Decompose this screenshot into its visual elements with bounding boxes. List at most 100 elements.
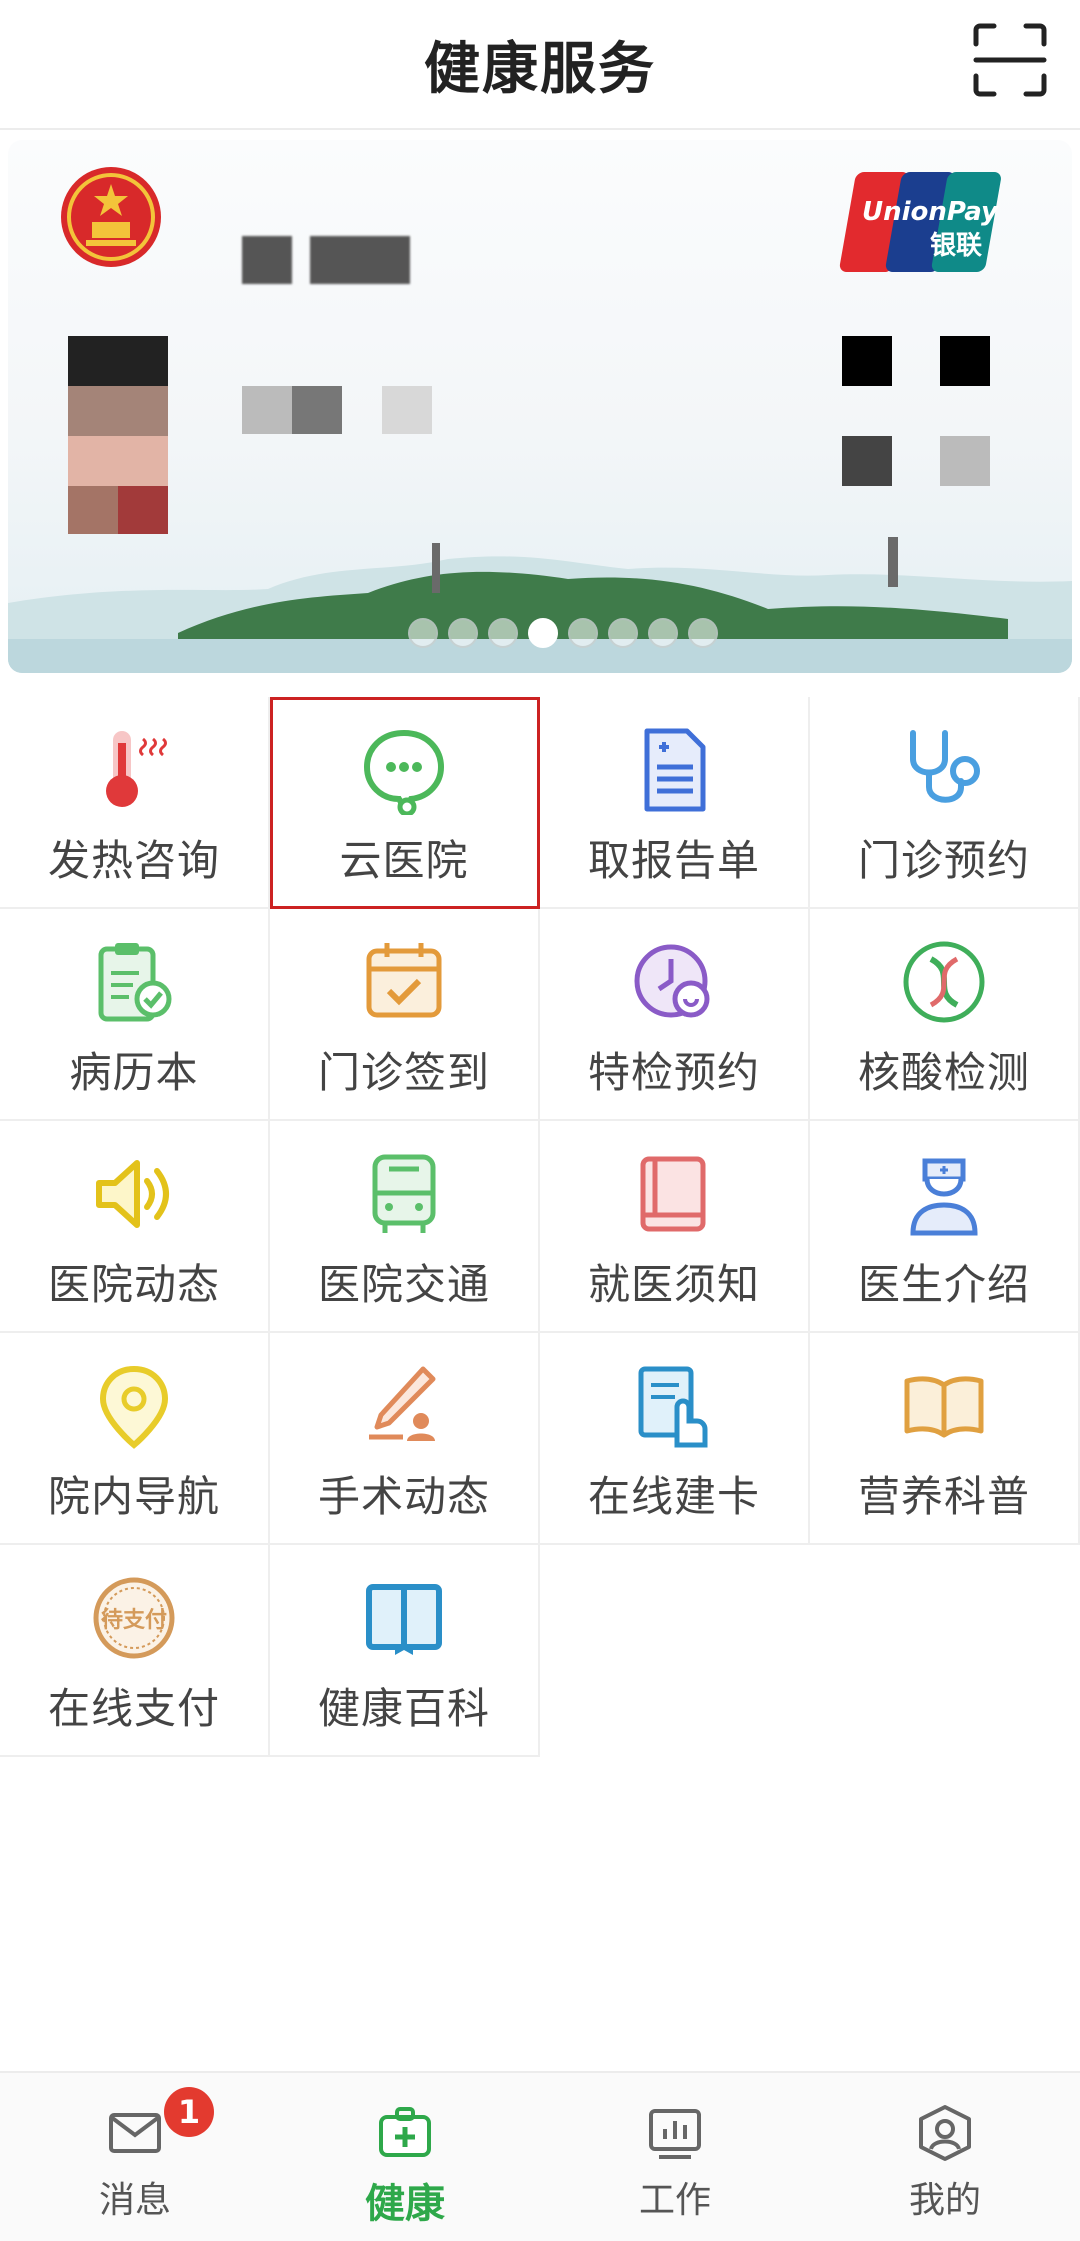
redacted-qr (940, 336, 990, 386)
nav-health[interactable]: 健康 (270, 2073, 540, 2241)
pager-dot[interactable] (448, 618, 478, 648)
service-outpatient-checkin[interactable]: 门诊签到 (270, 909, 540, 1121)
service-fever-consult[interactable]: 发热咨询 (0, 697, 270, 909)
service-label: 医院交通 (317, 1260, 490, 1309)
card-hand-icon (638, 1366, 708, 1448)
pager-dot[interactable] (688, 618, 718, 648)
open-book-icon (904, 1376, 984, 1438)
lake-landscape-image (8, 537, 1072, 673)
medical-record-icon (98, 943, 172, 1022)
pager-dot-active[interactable] (528, 618, 558, 648)
redacted-qr (842, 336, 892, 386)
stethoscope-icon (910, 730, 980, 803)
service-label: 手术动态 (317, 1472, 490, 1521)
redacted-photo (68, 336, 168, 386)
health-kit-icon (379, 2107, 431, 2157)
service-label: 在线支付 (47, 1684, 220, 1733)
page-title: 健康服务 (424, 37, 656, 102)
service-label: 特检预约 (587, 1048, 760, 1097)
pager-dot[interactable] (608, 618, 638, 648)
nav-label: 我的 (908, 2180, 981, 2221)
redacted-block (242, 386, 292, 434)
dna-icon (903, 941, 985, 1023)
pager-dot[interactable] (648, 618, 678, 648)
nav-label: 消息 (98, 2180, 171, 2221)
nav-label: 工作 (638, 2180, 711, 2221)
service-label: 院内导航 (47, 1472, 220, 1521)
svg-text:UnionPay: UnionPay (862, 197, 999, 227)
redacted-block (242, 236, 292, 284)
service-hospital-news[interactable]: 医院动态 (0, 1121, 270, 1333)
unread-badge: 1 (164, 2087, 214, 2137)
calendar-check-icon (366, 943, 442, 1018)
carousel-pager[interactable] (408, 618, 718, 648)
nav-profile[interactable]: 我的 (810, 2073, 1080, 2241)
service-visit-notice[interactable]: 就医须知 (540, 1121, 810, 1333)
health-services-page: 健康服务 UnionPay 银联 发热咨询 云医院 取报告单 门诊预约 病历本 … (0, 0, 1080, 2241)
pager-dot[interactable] (568, 618, 598, 648)
mail-icon (109, 2113, 161, 2153)
report-document-icon (644, 728, 706, 812)
service-doctor-intro[interactable]: 医生介绍 (810, 1121, 1080, 1333)
chart-board-icon (649, 2109, 701, 2159)
national-emblem-icon (56, 162, 166, 272)
redacted-qr (842, 436, 892, 486)
svg-text:银联: 银联 (930, 231, 982, 261)
service-cloud-hospital[interactable]: 云医院 (270, 697, 540, 909)
service-label: 营养科普 (857, 1472, 1030, 1521)
service-outpatient-appointment[interactable]: 门诊预约 (810, 697, 1080, 909)
service-special-exam[interactable]: 特检预约 (540, 909, 810, 1121)
service-online-payment[interactable]: 待支付 在线支付 (0, 1545, 270, 1757)
service-label: 就医须知 (587, 1260, 760, 1309)
service-label: 医生介绍 (857, 1260, 1030, 1309)
redacted-qr (940, 436, 990, 486)
service-label: 取报告单 (587, 836, 760, 885)
service-label: 核酸检测 (857, 1048, 1030, 1097)
nav-messages[interactable]: 1 消息 (0, 2073, 270, 2241)
service-label: 门诊预约 (857, 836, 1030, 885)
thermometer-icon (106, 731, 167, 807)
nav-label: 健康 (365, 2181, 445, 2227)
encyclopedia-icon (366, 1584, 442, 1655)
service-label: 病历本 (69, 1048, 199, 1097)
profile-icon (919, 2105, 971, 2161)
bus-icon (372, 1154, 436, 1233)
service-health-encyclopedia[interactable]: 健康百科 (270, 1545, 540, 1757)
speaker-icon (96, 1160, 169, 1228)
service-get-report[interactable]: 取报告单 (540, 697, 810, 909)
service-hospital-transport[interactable]: 医院交通 (270, 1121, 540, 1333)
service-label: 门诊签到 (317, 1048, 490, 1097)
service-label: 医院动态 (47, 1260, 220, 1309)
location-pin-icon (99, 1365, 169, 1449)
clock-exam-icon (634, 944, 710, 1018)
service-medical-record[interactable]: 病历本 (0, 909, 270, 1121)
service-label: 在线建卡 (587, 1472, 760, 1521)
service-online-card[interactable]: 在线建卡 (540, 1333, 810, 1545)
service-label: 云医院 (339, 836, 469, 885)
unionpay-logo: UnionPay 银联 (834, 162, 1014, 282)
scalpel-icon (369, 1366, 436, 1441)
doctor-icon (910, 1158, 978, 1236)
chat-bubble-icon (363, 729, 445, 815)
pager-dot[interactable] (408, 618, 438, 648)
service-label: 健康百科 (317, 1684, 490, 1733)
scan-icon[interactable] (972, 22, 1048, 98)
service-nutrition-science[interactable]: 营养科普 (810, 1333, 1080, 1545)
pay-stamp-icon: 待支付 (93, 1577, 175, 1659)
redacted-block (310, 236, 410, 284)
redacted-block (382, 386, 432, 434)
redacted-photo (68, 386, 168, 436)
pager-dot[interactable] (488, 618, 518, 648)
book-notice-icon (640, 1156, 706, 1232)
redacted-block (292, 386, 342, 434)
service-surgery-status[interactable]: 手术动态 (270, 1333, 540, 1545)
service-indoor-navigation[interactable]: 院内导航 (0, 1333, 270, 1545)
service-label: 发热咨询 (47, 836, 220, 885)
health-card-carousel[interactable]: UnionPay 银联 (8, 140, 1072, 673)
redacted-photo (68, 436, 168, 486)
bottom-navigation: 1 消息 健康 工作 我的 (0, 2071, 1080, 2241)
service-nucleic-test[interactable]: 核酸检测 (810, 909, 1080, 1121)
top-bar: 健康服务 (0, 0, 1080, 130)
svg-text:待支付: 待支付 (101, 1607, 167, 1633)
nav-work[interactable]: 工作 (540, 2073, 810, 2241)
